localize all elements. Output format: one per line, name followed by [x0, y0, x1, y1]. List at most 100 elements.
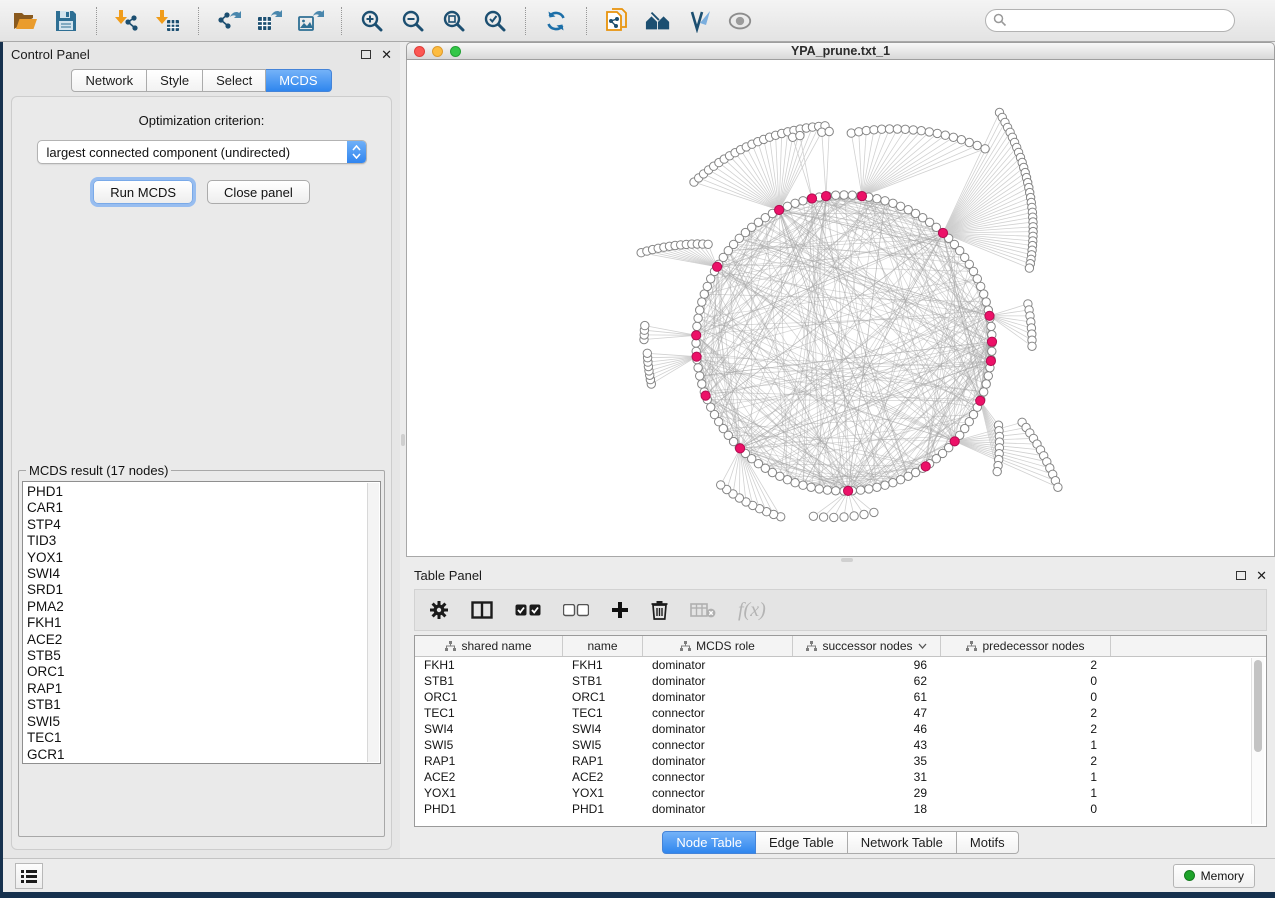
network-window-titlebar[interactable]: YPA_prune.txt_1 [406, 42, 1275, 60]
tab-style[interactable]: Style [147, 69, 203, 92]
graph-node[interactable] [982, 298, 990, 306]
graph-node[interactable] [980, 388, 988, 396]
node-table[interactable]: shared namenameMCDS rolesuccessor nodesp… [414, 635, 1267, 827]
graph-node[interactable] [941, 131, 949, 139]
search-input[interactable] [985, 9, 1235, 32]
tab-network[interactable]: Network [71, 69, 147, 92]
list-item[interactable]: SWI4 [27, 566, 380, 582]
table-row[interactable]: YOX1YOX1connector291 [415, 785, 1266, 801]
graph-node[interactable] [696, 372, 704, 380]
list-item[interactable]: CAR1 [27, 500, 380, 516]
memory-button[interactable]: Memory [1173, 864, 1255, 888]
dominator-node[interactable] [736, 444, 745, 453]
table-row[interactable]: RAP1RAP1dominator352 [415, 753, 1266, 769]
dominator-node[interactable] [857, 192, 866, 201]
list-item[interactable]: TEC1 [27, 730, 380, 746]
dominator-node[interactable] [844, 486, 853, 495]
list-item[interactable]: ACE2 [27, 632, 380, 648]
graph-node[interactable] [700, 290, 708, 298]
open-session-icon[interactable] [12, 8, 38, 34]
delete-column-icon[interactable] [651, 600, 668, 620]
graph-node[interactable] [878, 125, 886, 133]
network-graph[interactable] [407, 60, 1273, 556]
dominator-node[interactable] [950, 437, 959, 446]
graph-node[interactable] [698, 298, 706, 306]
tab-network-table[interactable]: Network Table [848, 831, 957, 854]
graph-node[interactable] [980, 290, 988, 298]
graph-node[interactable] [873, 483, 881, 491]
graph-node[interactable] [977, 282, 985, 290]
delete-table-icon[interactable] [690, 602, 716, 618]
split-columns-icon[interactable] [471, 601, 493, 619]
splitter-grip[interactable] [401, 434, 405, 446]
dominator-node[interactable] [921, 462, 930, 471]
list-item[interactable]: STB5 [27, 648, 380, 664]
graph-node[interactable] [694, 314, 702, 322]
graph-node[interactable] [848, 191, 856, 199]
export-table-icon[interactable] [257, 8, 283, 34]
dominator-node[interactable] [987, 337, 996, 346]
graph-node[interactable] [896, 476, 904, 484]
table-row[interactable]: PHD1PHD1dominator180 [415, 801, 1266, 817]
graph-node[interactable] [693, 322, 701, 330]
graph-node[interactable] [885, 125, 893, 133]
table-row[interactable]: FKH1FKH1dominator962 [415, 657, 1266, 673]
list-scrollbar[interactable] [367, 483, 379, 762]
graph-node[interactable] [973, 141, 981, 149]
graph-node[interactable] [1028, 342, 1036, 350]
close-panel-icon[interactable]: ✕ [381, 48, 392, 61]
graph-node[interactable] [988, 347, 996, 355]
float-panel-icon[interactable] [361, 50, 371, 59]
graph-node[interactable] [893, 125, 901, 133]
dominator-node[interactable] [985, 311, 994, 320]
import-network-icon[interactable] [114, 8, 140, 34]
save-session-icon[interactable] [53, 8, 79, 34]
graph-node[interactable] [809, 512, 817, 520]
tab-edge-table[interactable]: Edge Table [756, 831, 848, 854]
dominator-node[interactable] [976, 396, 985, 405]
list-item[interactable]: YOX1 [27, 550, 380, 566]
zoom-fit-icon[interactable] [441, 8, 467, 34]
list-item[interactable]: SRD1 [27, 582, 380, 598]
graph-node[interactable] [783, 202, 791, 210]
graph-node[interactable] [889, 479, 897, 487]
graph-node[interactable] [807, 483, 815, 491]
graph-node[interactable] [694, 364, 702, 372]
graph-node[interactable] [949, 133, 957, 141]
function-builder-icon[interactable]: f(x) [738, 599, 766, 622]
graph-node[interactable] [850, 512, 858, 520]
graph-node[interactable] [901, 125, 909, 133]
export-network-icon[interactable] [216, 8, 242, 34]
graph-node[interactable] [984, 372, 992, 380]
graph-node[interactable] [799, 197, 807, 205]
table-row[interactable]: SWI4SWI4dominator462 [415, 721, 1266, 737]
zoom-selected-icon[interactable] [482, 8, 508, 34]
graph-node[interactable] [830, 513, 838, 521]
new-network-from-selection-icon[interactable] [604, 8, 630, 34]
graph-node[interactable] [855, 128, 863, 136]
graph-node[interactable] [856, 486, 864, 494]
task-history-button[interactable] [15, 863, 43, 889]
table-row[interactable]: TEC1TEC1connector472 [415, 705, 1266, 721]
list-item[interactable]: TID3 [27, 533, 380, 549]
column-header-predecessor-nodes[interactable]: predecessor nodes [941, 636, 1111, 656]
dominator-node[interactable] [701, 391, 710, 400]
dominator-node[interactable] [807, 194, 816, 203]
optimization-criterion-select[interactable]: largest connected component (undirected) [37, 140, 367, 164]
graph-node[interactable] [870, 508, 878, 516]
graph-node[interactable] [917, 127, 925, 135]
graph-node[interactable] [987, 322, 995, 330]
graph-node[interactable] [799, 481, 807, 489]
dominator-node[interactable] [938, 228, 947, 237]
splitter-grip[interactable] [841, 558, 853, 562]
tab-node-table[interactable]: Node Table [662, 831, 756, 854]
graph-node[interactable] [825, 127, 833, 135]
refresh-icon[interactable] [543, 8, 569, 34]
run-mcds-button[interactable]: Run MCDS [93, 180, 193, 204]
dominator-node[interactable] [821, 192, 830, 201]
list-item[interactable]: PMA2 [27, 599, 380, 615]
unselect-all-icon[interactable] [563, 604, 589, 617]
graphics-details-icon[interactable] [686, 8, 712, 34]
graph-node[interactable] [860, 510, 868, 518]
dominator-node[interactable] [692, 331, 701, 340]
